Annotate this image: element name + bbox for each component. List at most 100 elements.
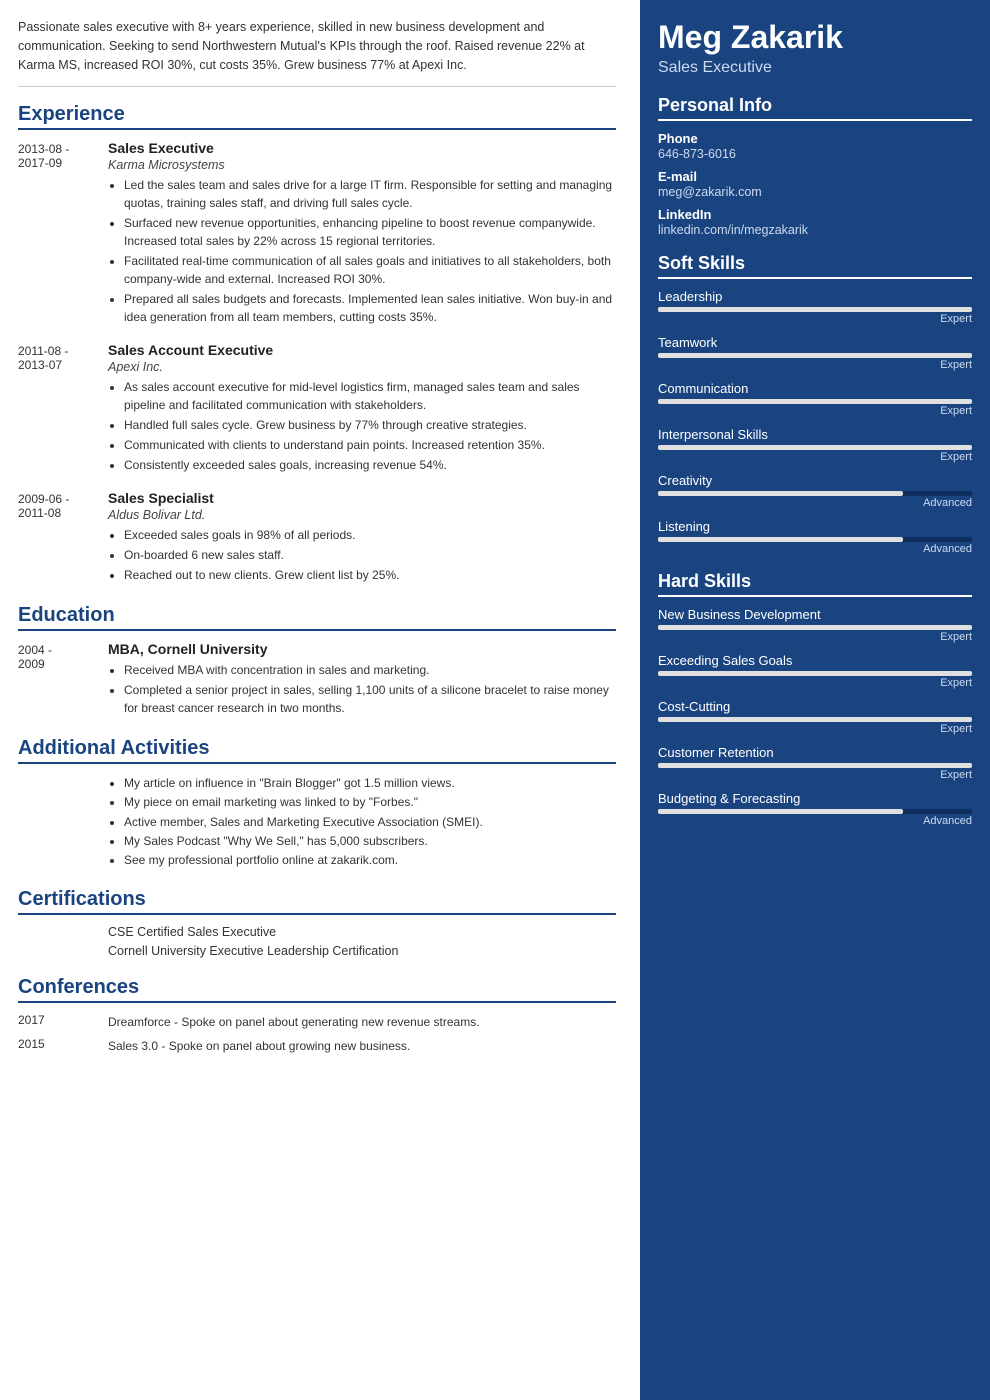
- list-item: Exceeded sales goals in 98% of all perio…: [124, 526, 616, 544]
- list-item: Completed a senior project in sales, sel…: [124, 681, 616, 717]
- skill-sales-goals-label: Expert: [658, 677, 972, 689]
- soft-skills-section: Soft Skills Leadership Expert Teamwork E…: [658, 253, 972, 555]
- job-3-dates: 2009-06 - 2011-08: [18, 490, 108, 586]
- skill-customer-retention-name: Customer Retention: [658, 745, 972, 760]
- job-3: 2009-06 - 2011-08 Sales Specialist Aldus…: [18, 490, 616, 586]
- skill-customer-retention: Customer Retention Expert: [658, 745, 972, 781]
- job-3-title: Sales Specialist: [108, 490, 616, 506]
- right-column: Meg Zakarik Sales Executive Personal Inf…: [640, 0, 990, 1400]
- edu-1: 2004 - 2009 MBA, Cornell University Rece…: [18, 641, 616, 719]
- job-2-dates: 2011-08 - 2013-07: [18, 342, 108, 476]
- job-2: 2011-08 - 2013-07 Sales Account Executiv…: [18, 342, 616, 476]
- personal-info-title: Personal Info: [658, 95, 972, 121]
- skill-new-biz-dev-bar: [658, 625, 972, 630]
- edu-1-degree: MBA, Cornell University: [108, 641, 616, 657]
- job-3-content: Sales Specialist Aldus Bolivar Ltd. Exce…: [108, 490, 616, 586]
- job-3-company: Aldus Bolivar Ltd.: [108, 508, 616, 522]
- skill-cost-cutting-name: Cost-Cutting: [658, 699, 972, 714]
- skill-teamwork-name: Teamwork: [658, 335, 972, 350]
- list-item: As sales account executive for mid-level…: [124, 378, 616, 414]
- job-1-title: Sales Executive: [108, 140, 616, 156]
- skill-cost-cutting-bar: [658, 717, 972, 722]
- skill-new-biz-dev-name: New Business Development: [658, 607, 972, 622]
- skill-new-biz-dev: New Business Development Expert: [658, 607, 972, 643]
- conf-1-year: 2017: [18, 1013, 108, 1031]
- person-name: Meg Zakarik: [658, 20, 972, 55]
- personal-info-section: Personal Info Phone 646-873-6016 E-mail …: [658, 95, 972, 237]
- skill-customer-retention-bar: [658, 763, 972, 768]
- job-1: 2013-08 - 2017-09 Sales Executive Karma …: [18, 140, 616, 328]
- skill-leadership-name: Leadership: [658, 289, 972, 304]
- skill-communication-name: Communication: [658, 381, 972, 396]
- skill-creativity-name: Creativity: [658, 473, 972, 488]
- hard-skills-section: Hard Skills New Business Development Exp…: [658, 571, 972, 827]
- list-item: See my professional portfolio online at …: [124, 851, 616, 870]
- activities-title: Additional Activities: [18, 737, 616, 764]
- skill-listening-bar: [658, 537, 972, 542]
- activities-bullets: My article on influence in "Brain Blogge…: [108, 774, 616, 870]
- email-label: E-mail: [658, 169, 972, 184]
- skill-cost-cutting: Cost-Cutting Expert: [658, 699, 972, 735]
- phone-value: 646-873-6016: [658, 147, 972, 161]
- list-item: Prepared all sales budgets and forecasts…: [124, 290, 616, 326]
- conf-1-desc: Dreamforce - Spoke on panel about genera…: [108, 1013, 616, 1031]
- skill-listening-label: Advanced: [658, 543, 972, 555]
- list-item: My piece on email marketing was linked t…: [124, 793, 616, 812]
- conferences-section: Conferences 2017 Dreamforce - Spoke on p…: [18, 976, 616, 1055]
- left-column: Passionate sales executive with 8+ years…: [0, 0, 640, 1400]
- job-3-bullets: Exceeded sales goals in 98% of all perio…: [108, 526, 616, 584]
- list-item: Reached out to new clients. Grew client …: [124, 566, 616, 584]
- skill-listening-name: Listening: [658, 519, 972, 534]
- activities-content: My article on influence in "Brain Blogge…: [18, 774, 616, 870]
- skill-communication-label: Expert: [658, 405, 972, 417]
- list-item: My Sales Podcast "Why We Sell," has 5,00…: [124, 832, 616, 851]
- list-item: Handled full sales cycle. Grew business …: [124, 416, 616, 434]
- skill-cost-cutting-label: Expert: [658, 723, 972, 735]
- education-title: Education: [18, 604, 616, 631]
- skill-budgeting-name: Budgeting & Forecasting: [658, 791, 972, 806]
- skill-teamwork-label: Expert: [658, 359, 972, 371]
- edu-1-content: MBA, Cornell University Received MBA wit…: [108, 641, 616, 719]
- conf-2: 2015 Sales 3.0 - Spoke on panel about gr…: [18, 1037, 616, 1055]
- name-block: Meg Zakarik Sales Executive: [658, 20, 972, 77]
- skill-teamwork-bar: [658, 353, 972, 358]
- summary-text: Passionate sales executive with 8+ years…: [18, 18, 616, 87]
- skill-leadership-bar: [658, 307, 972, 312]
- skill-communication-bar: [658, 399, 972, 404]
- list-item: Consistently exceeded sales goals, incre…: [124, 456, 616, 474]
- job-2-company: Apexi Inc.: [108, 360, 616, 374]
- conf-2-year: 2015: [18, 1037, 108, 1055]
- skill-listening: Listening Advanced: [658, 519, 972, 555]
- skill-budgeting-label: Advanced: [658, 815, 972, 827]
- job-2-title: Sales Account Executive: [108, 342, 616, 358]
- skill-budgeting: Budgeting & Forecasting Advanced: [658, 791, 972, 827]
- linkedin-label: LinkedIn: [658, 207, 972, 222]
- skill-new-biz-dev-label: Expert: [658, 631, 972, 643]
- person-role: Sales Executive: [658, 59, 972, 77]
- skill-creativity: Creativity Advanced: [658, 473, 972, 509]
- conf-1: 2017 Dreamforce - Spoke on panel about g…: [18, 1013, 616, 1031]
- job-2-bullets: As sales account executive for mid-level…: [108, 378, 616, 474]
- list-item: My article on influence in "Brain Blogge…: [124, 774, 616, 793]
- experience-title: Experience: [18, 103, 616, 130]
- list-item: Facilitated real-time communication of a…: [124, 252, 616, 288]
- activities-section: Additional Activities My article on infl…: [18, 737, 616, 870]
- hard-skills-title: Hard Skills: [658, 571, 972, 597]
- list-item: Received MBA with concentration in sales…: [124, 661, 616, 679]
- list-item: Led the sales team and sales drive for a…: [124, 176, 616, 212]
- skill-creativity-label: Advanced: [658, 497, 972, 509]
- skill-customer-retention-label: Expert: [658, 769, 972, 781]
- phone-label: Phone: [658, 131, 972, 146]
- cert-1: CSE Certified Sales Executive: [108, 925, 616, 939]
- job-1-company: Karma Microsystems: [108, 158, 616, 172]
- email-value: meg@zakarik.com: [658, 185, 972, 199]
- skill-communication: Communication Expert: [658, 381, 972, 417]
- certifications-title: Certifications: [18, 888, 616, 915]
- job-1-bullets: Led the sales team and sales drive for a…: [108, 176, 616, 326]
- education-section: Education 2004 - 2009 MBA, Cornell Unive…: [18, 604, 616, 719]
- linkedin-value: linkedin.com/in/megzakarik: [658, 223, 972, 237]
- edu-1-bullets: Received MBA with concentration in sales…: [108, 661, 616, 717]
- skill-interpersonal-bar: [658, 445, 972, 450]
- skill-interpersonal-label: Expert: [658, 451, 972, 463]
- skill-leadership: Leadership Expert: [658, 289, 972, 325]
